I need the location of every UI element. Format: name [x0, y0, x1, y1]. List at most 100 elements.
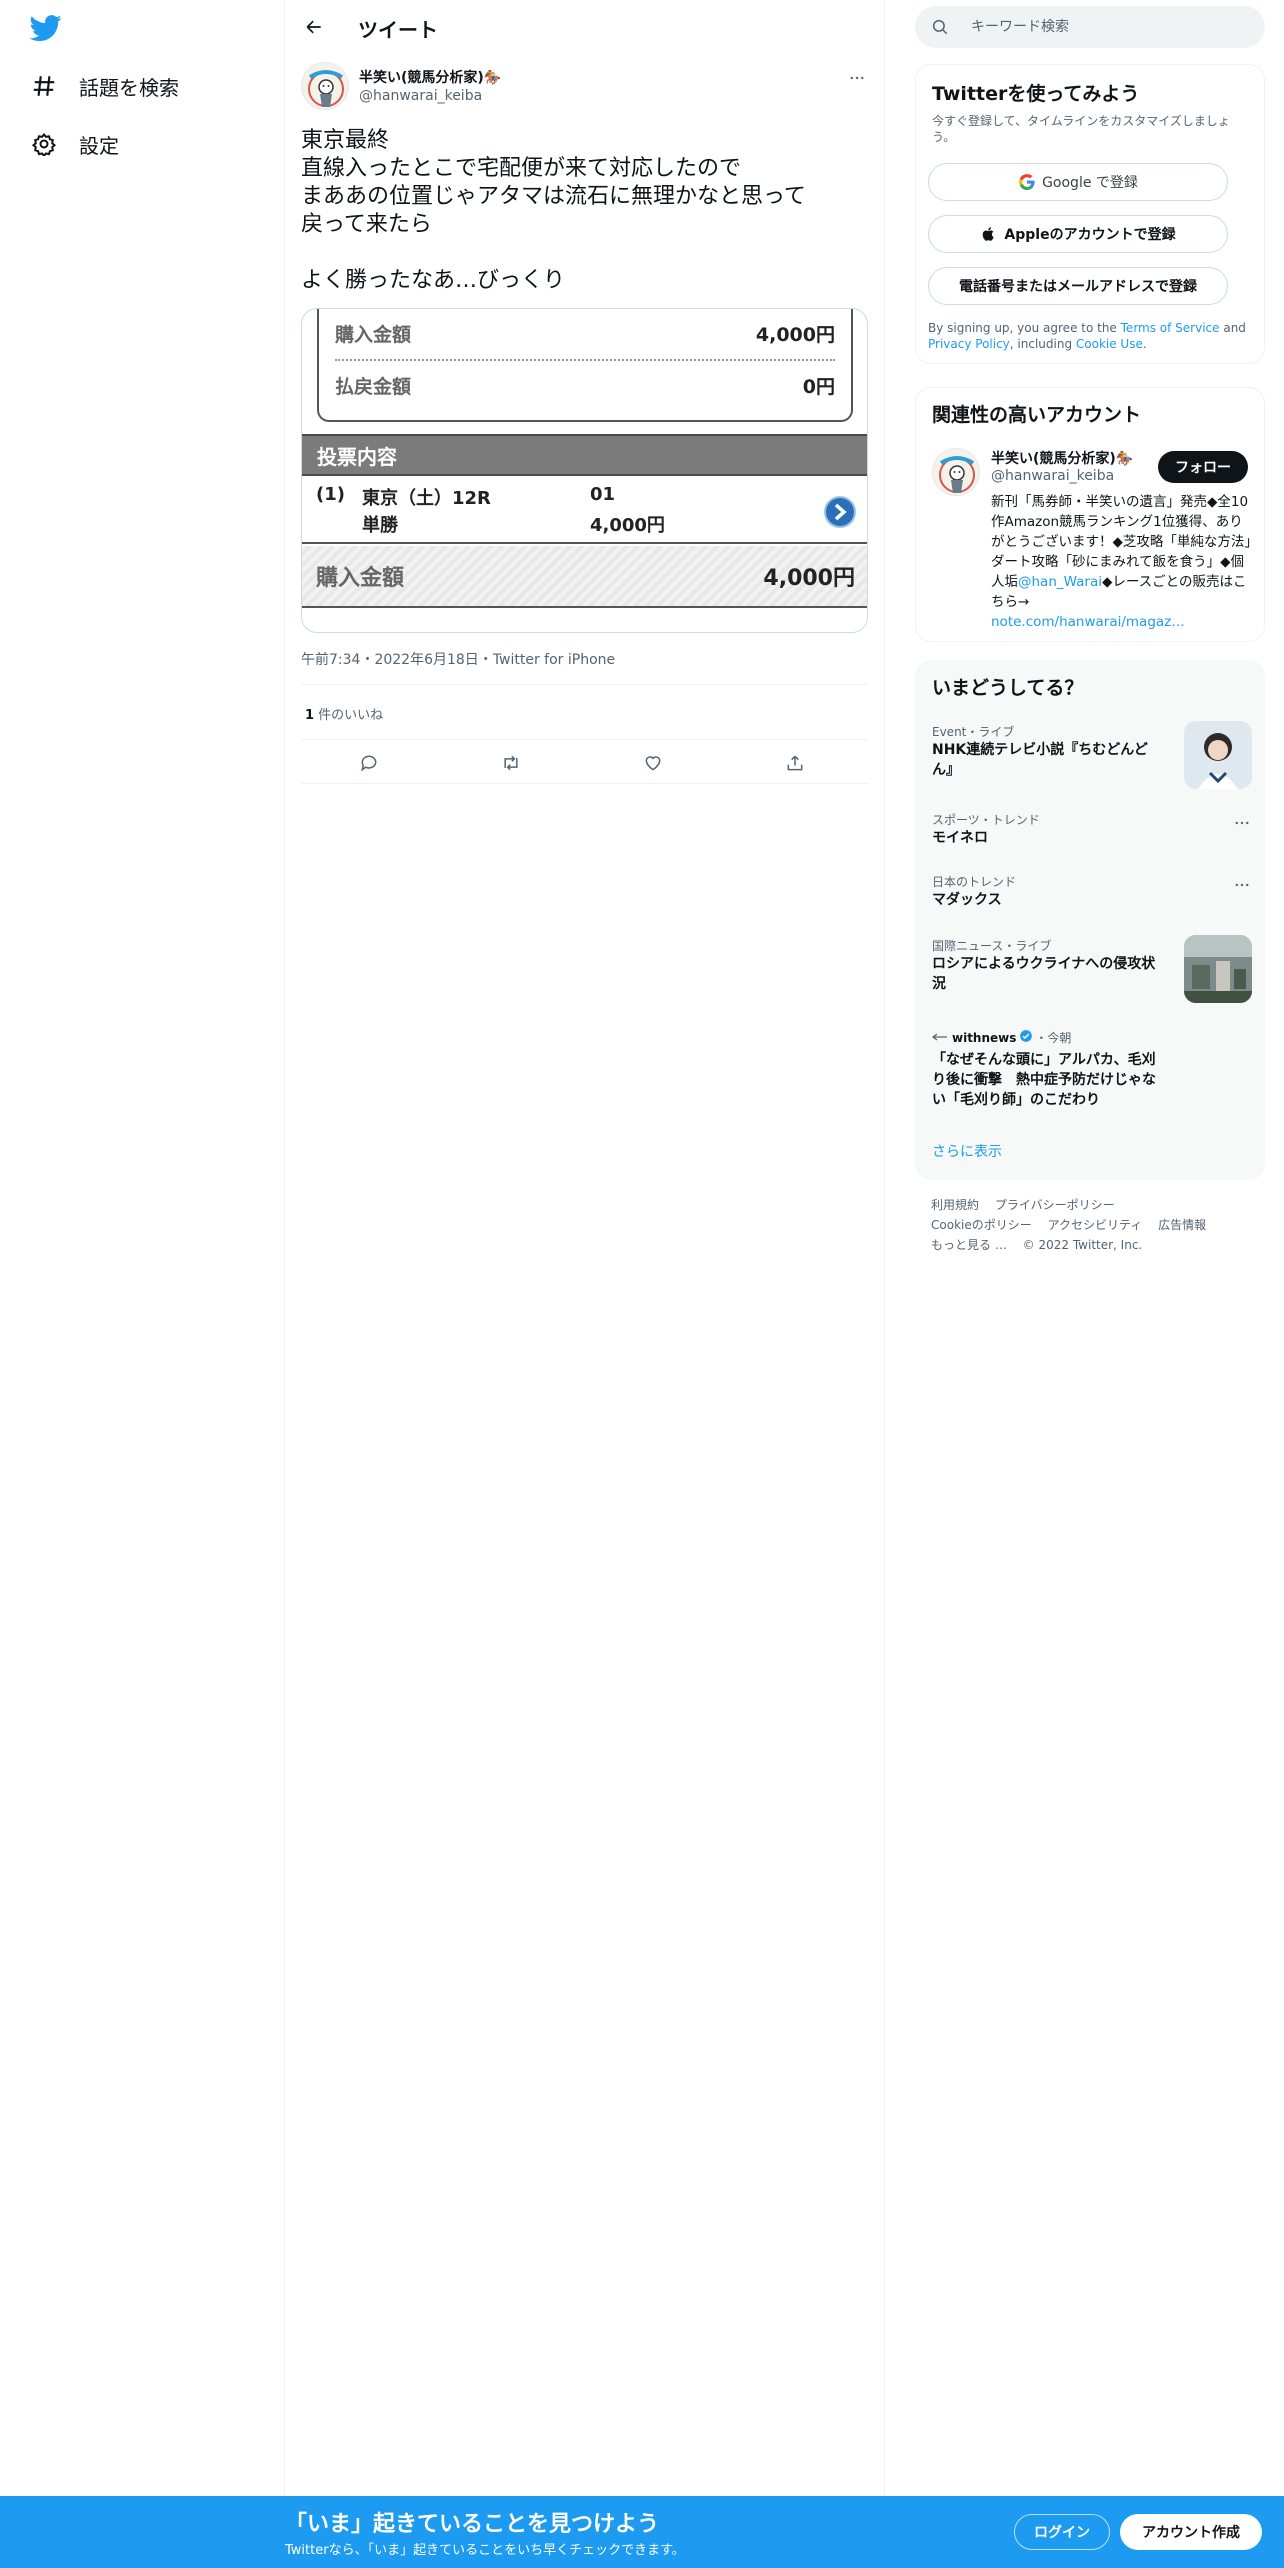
- related-accounts-card: 関連性の高いアカウント 半笑い(競馬分析家)🏇 @hanwarai_keiba …: [915, 387, 1265, 642]
- vote-header: 投票内容: [302, 434, 867, 476]
- twitter-logo-icon[interactable]: [29, 12, 66, 44]
- avatar[interactable]: [932, 448, 980, 496]
- vote-number: (1): [316, 484, 345, 505]
- login-button[interactable]: ログイン: [1014, 2514, 1110, 2550]
- google-signup-button[interactable]: Google で登録: [928, 163, 1228, 201]
- terms-text: By signing up, you agree to the: [928, 321, 1121, 335]
- tweet-text-line: 戻って来たら: [301, 212, 432, 237]
- google-signup-label: Google で登録: [1042, 175, 1138, 191]
- trend-title: NHK連続テレビ小説『ちむどんどん』: [932, 742, 1148, 778]
- trend-item[interactable]: スポーツ・トレンド モイネロ: [932, 811, 1252, 848]
- signup-card: Twitterを使ってみよう 今すぐ登録して、タイムラインをカスタマイズしましょ…: [915, 64, 1265, 364]
- signup-terms: By signing up, you agree to the Terms of…: [928, 320, 1253, 352]
- show-more-link[interactable]: さらに表示: [932, 1141, 1002, 1161]
- privacy-policy-link[interactable]: Privacy Policy: [928, 337, 1010, 351]
- more-options-icon[interactable]: [845, 66, 869, 90]
- vote-race: 東京（土）12R: [362, 488, 491, 509]
- trend-meta: 日本のトレンド: [932, 875, 1017, 889]
- refund-label: 払戻金額: [335, 375, 412, 398]
- gear-icon: [30, 130, 58, 158]
- trend-item[interactable]: 日本のトレンド マダックス: [932, 873, 1252, 910]
- likes-number: 1: [305, 708, 315, 723]
- footer-link-accessibility[interactable]: アクセシビリティ: [1048, 1218, 1143, 1232]
- author-handle[interactable]: @hanwarai_keiba: [359, 88, 482, 104]
- search-box[interactable]: [915, 6, 1265, 48]
- refund-row: 払戻金額 0円: [335, 365, 835, 405]
- tweet-text-line: よく勝ったなあ…びっくり: [301, 268, 566, 293]
- bio-mention-link[interactable]: @han_Warai: [1018, 574, 1102, 590]
- sidebar-item-label: 設定: [79, 133, 119, 158]
- refund-value: 0円: [802, 375, 835, 398]
- signup-title: Twitterを使ってみよう: [932, 83, 1140, 105]
- trend-title: ロシアによるウクライナへの侵攻状況: [932, 956, 1156, 992]
- trend-thumbnail-image: [1184, 935, 1252, 1003]
- create-account-button[interactable]: アカウント作成: [1120, 2514, 1262, 2550]
- divider: [301, 739, 869, 740]
- related-account-handle[interactable]: @hanwarai_keiba: [991, 468, 1114, 484]
- vote-horse: 01: [590, 484, 616, 505]
- left-sidebar: 話題を検索 設定: [0, 0, 285, 2496]
- avatar[interactable]: [301, 62, 349, 110]
- trend-item[interactable]: Event・ライブ NHK連続テレビ小説『ちむどんどん』: [932, 721, 1252, 789]
- tweet-text: 東京最終 直線入ったとこで宅配便が来て対応したので まああの位置じゃアタマは流石…: [301, 127, 869, 295]
- apple-signup-button[interactable]: Appleのアカウントで登録: [928, 215, 1228, 253]
- receipt-summary: 購入金額 4,000円 払戻金額 0円: [317, 309, 853, 422]
- retweet-icon[interactable]: [499, 751, 523, 775]
- more-options-icon[interactable]: [1232, 875, 1252, 895]
- share-icon[interactable]: [783, 751, 807, 775]
- more-options-icon[interactable]: [1232, 813, 1252, 833]
- footer-link-privacy[interactable]: プライバシーポリシー: [995, 1198, 1115, 1212]
- follow-button[interactable]: フォロー: [1158, 451, 1248, 483]
- footer-link-ads[interactable]: 広告情報: [1158, 1218, 1206, 1232]
- terms-text: .: [1142, 337, 1147, 351]
- tweet-text-line: 東京最終: [301, 128, 390, 153]
- phone-signup-label: 電話番号またはメールアドレスで登録: [959, 279, 1197, 295]
- verified-badge-icon: [1019, 1029, 1033, 1046]
- tweet-text-line: まああの位置じゃアタマは流石に無理かなと思って: [301, 184, 806, 209]
- trend-item[interactable]: withnews ・今朝 「なぜそんな頭に」アルパカ、毛刈り後に衝撃 熱中症予防…: [932, 1029, 1252, 1110]
- cookie-use-link[interactable]: Cookie Use: [1076, 337, 1143, 351]
- purchase-label: 購入金額: [335, 323, 412, 346]
- back-arrow-icon[interactable]: [299, 12, 329, 42]
- chevron-right-icon: [823, 495, 857, 529]
- trend-thumbnail-image: [1184, 721, 1252, 789]
- likes-label: 件のいいね: [314, 708, 384, 723]
- withnews-logo-icon: [932, 1031, 948, 1045]
- phone-email-signup-button[interactable]: 電話番号またはメールアドレスで登録: [928, 267, 1228, 305]
- banner-subtitle: Twitterなら、「いま」起きていることをいち早くチェックできます。: [285, 2543, 685, 2558]
- signup-description: 今すぐ登録して、タイムラインをカスタマイズしましょう。: [932, 114, 1230, 144]
- trend-title: モイネロ: [932, 830, 988, 846]
- sidebar-item-settings[interactable]: 設定: [30, 124, 119, 164]
- footer-link-cookie[interactable]: Cookieのポリシー: [931, 1218, 1032, 1232]
- trend-item[interactable]: 国際ニュース・ライブ ロシアによるウクライナへの侵攻状況: [932, 935, 1252, 1003]
- footer-copyright: © 2022 Twitter, Inc.: [1022, 1238, 1143, 1252]
- vote-row: (1) 東京（土）12R 単勝 01 4,000円: [302, 478, 867, 544]
- terms-of-service-link[interactable]: Terms of Service: [1121, 321, 1220, 335]
- tweet-timestamp[interactable]: 午前7:34・2022年6月18日・Twitter for iPhone: [301, 649, 615, 669]
- google-logo-icon: [1018, 173, 1036, 191]
- trend-source: withnews: [952, 1030, 1017, 1045]
- page-title: ツイート: [358, 18, 438, 42]
- page-header: ツイート: [285, 0, 884, 53]
- tweet-media-image[interactable]: 購入金額 4,000円 払戻金額 0円 投票内容 (1) 東京（土）12R 単勝…: [301, 308, 868, 633]
- footer-link-more[interactable]: もっと見る …: [931, 1238, 1007, 1252]
- search-icon: [931, 18, 949, 36]
- footer-link-terms[interactable]: 利用規約: [931, 1198, 979, 1212]
- bio-url-link[interactable]: note.com/hanwarai/magaz…: [991, 614, 1185, 630]
- reply-icon[interactable]: [357, 751, 381, 775]
- apple-logo-icon: [980, 225, 998, 243]
- divider: [301, 684, 869, 685]
- search-input[interactable]: [971, 6, 1241, 48]
- purchase-row: 購入金額 4,000円: [335, 313, 835, 353]
- total-value: 4,000円: [763, 566, 855, 591]
- related-title: 関連性の高いアカウント: [932, 404, 1142, 426]
- related-account-name[interactable]: 半笑い(競馬分析家)🏇: [991, 448, 1133, 468]
- purchase-value: 4,000円: [755, 323, 835, 346]
- likes-count[interactable]: 1 件のいいね: [305, 704, 383, 723]
- trend-source-row: withnews ・今朝: [932, 1029, 1252, 1046]
- sidebar-item-explore[interactable]: 話題を検索: [30, 66, 179, 106]
- author-name[interactable]: 半笑い(競馬分析家)🏇: [359, 67, 501, 87]
- trend-meta: スポーツ・トレンド: [932, 813, 1040, 827]
- like-heart-icon[interactable]: [641, 751, 665, 775]
- vote-type: 単勝: [362, 515, 398, 536]
